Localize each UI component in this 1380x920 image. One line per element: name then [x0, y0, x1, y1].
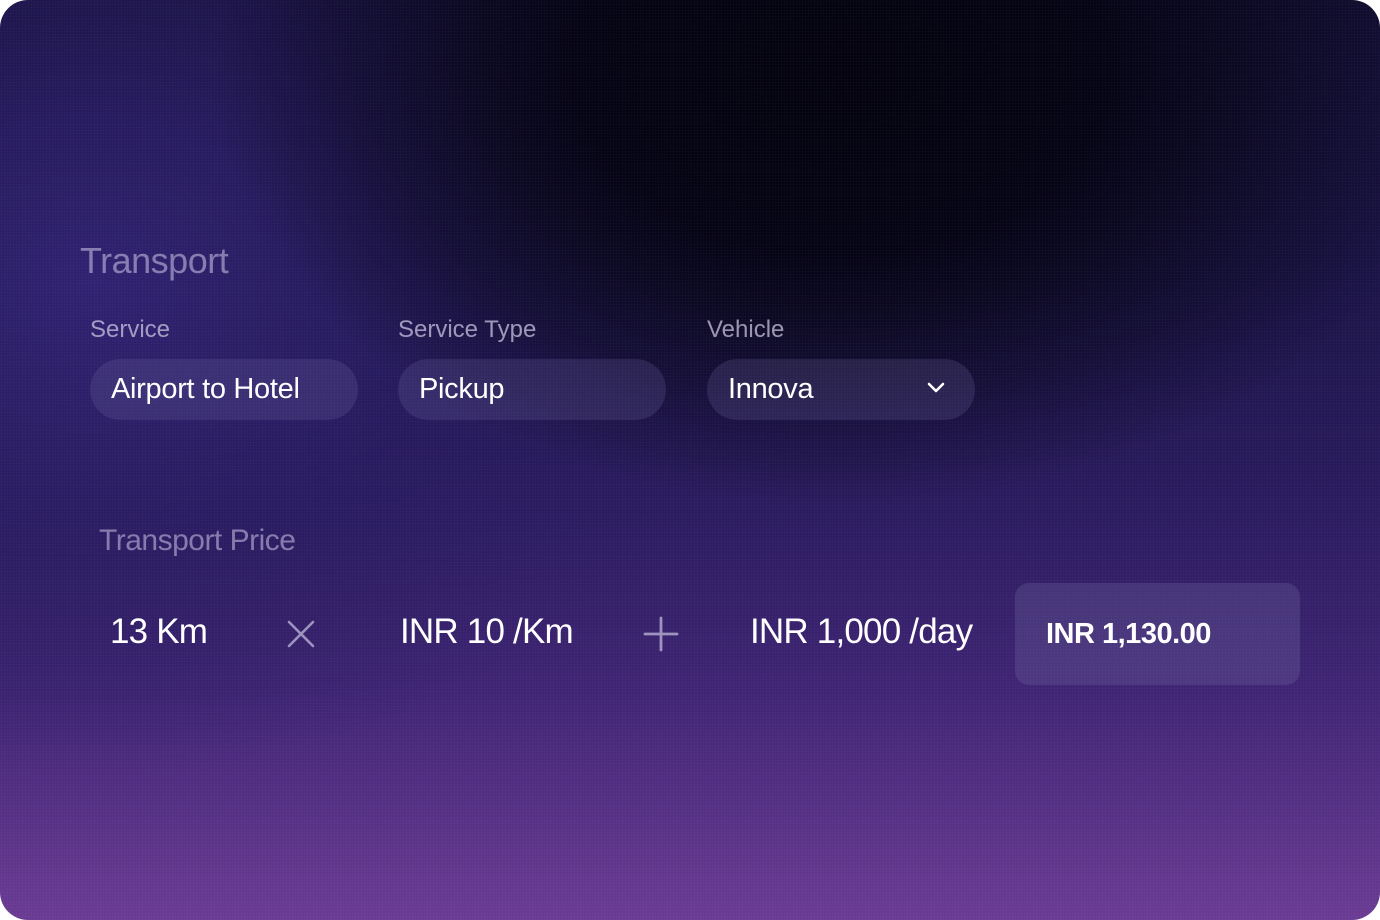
vehicle-label: Vehicle [707, 316, 785, 343]
service-label: Service [90, 316, 171, 343]
transport-card: Transport Service Airport to Hotel Servi… [0, 0, 1380, 920]
transport-section-title: Transport [80, 240, 229, 281]
chevron-down-icon [927, 382, 945, 393]
vehicle-select[interactable]: Innova [707, 359, 975, 420]
service-field[interactable]: Airport to Hotel [90, 359, 358, 420]
grain-overlay [0, 0, 1380, 920]
total-price-value: INR 1,130.00 [1046, 617, 1211, 650]
transport-price-title: Transport Price [99, 524, 296, 557]
service-type-value: Pickup [419, 373, 505, 405]
service-type-label: Service Type [398, 316, 537, 343]
vehicle-value: Innova [728, 373, 814, 405]
multiply-icon [287, 620, 315, 648]
rate-value: INR 10 /Km [400, 612, 574, 651]
plus-icon [643, 616, 679, 652]
service-type-field[interactable]: Pickup [398, 359, 666, 420]
daily-value: INR 1,000 /day [750, 612, 973, 651]
total-price-box: INR 1,130.00 [1015, 583, 1300, 685]
service-value: Airport to Hotel [111, 373, 300, 405]
distance-value: 13 Km [110, 612, 208, 651]
